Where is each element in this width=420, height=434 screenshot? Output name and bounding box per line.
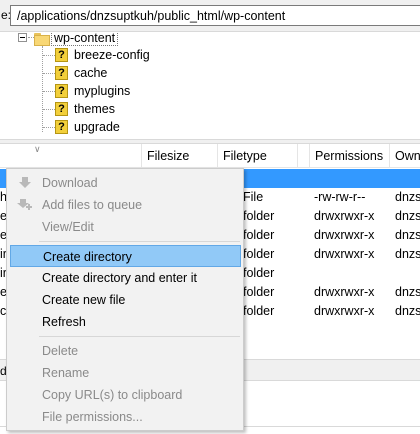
- remote-path-value: /applications/dnzsuptkuh/public_html/wp-…: [17, 9, 286, 23]
- menu-separator: [39, 336, 240, 337]
- tree-node-label: wp-content: [50, 33, 119, 46]
- menu-item-delete[interactable]: Delete: [10, 340, 241, 362]
- menu-item-add-to-queue[interactable]: Add files to queue: [10, 194, 241, 216]
- file-type: File: [243, 190, 264, 204]
- file-permissions: drwxrwxr-x: [314, 285, 375, 299]
- column-label: Permissions: [315, 149, 384, 163]
- tree-node-upgrade[interactable]: ? upgrade: [0, 119, 420, 137]
- tree-node-label: myplugins: [74, 84, 131, 98]
- menu-item-view-edit[interactable]: View/Edit: [10, 216, 241, 238]
- menu-item-label: File permissions...: [42, 410, 143, 424]
- menu-item-label: Rename: [42, 366, 90, 380]
- tree-node-label: themes: [74, 102, 115, 116]
- menu-item-create-directory[interactable]: Create directory: [10, 245, 241, 267]
- unknown-folder-icon: ?: [55, 48, 68, 62]
- file-permissions: drwxrwxr-x: [314, 304, 375, 318]
- column-filetype[interactable]: Filetype: [217, 144, 297, 168]
- file-type: folder: [243, 228, 275, 242]
- menu-item-label: Copy URL(s) to clipboard: [42, 388, 183, 402]
- file-permissions: drwxrwxr-x: [314, 209, 375, 223]
- tree-line: [43, 127, 55, 128]
- column-label: Filetype: [223, 149, 267, 163]
- file-type: folder: [243, 209, 275, 223]
- file-permissions: drwxrwxr-x: [314, 247, 375, 261]
- column-label: Own: [395, 149, 420, 163]
- remote-path-bar: e: /applications/dnzsuptkuh/public_html/…: [0, 0, 420, 32]
- unknown-folder-icon: ?: [55, 120, 68, 134]
- file-type: folder: [243, 266, 275, 280]
- menu-item-create-directory-enter[interactable]: Create directory and enter it: [10, 267, 241, 289]
- menu-item-label: Create directory and enter it: [42, 271, 197, 285]
- download-icon: [19, 177, 31, 188]
- menu-item-label: View/Edit: [42, 220, 94, 234]
- tree-line: [43, 109, 55, 110]
- menu-separator: [39, 241, 240, 242]
- unknown-folder-icon: ?: [55, 66, 68, 80]
- collapse-toggle-icon[interactable]: [18, 33, 27, 42]
- column-owner[interactable]: Own: [389, 144, 420, 168]
- tree-line: [43, 91, 55, 92]
- file-owner: dnzs: [395, 190, 420, 204]
- menu-item-label: Add files to queue: [42, 198, 143, 212]
- tree-line: [43, 55, 55, 56]
- tree-node-breeze-config[interactable]: ? breeze-config: [0, 47, 420, 65]
- file-type: folder: [243, 247, 275, 261]
- tree-line: [43, 73, 55, 74]
- tree-node-label: cache: [74, 66, 108, 80]
- menu-item-label: Refresh: [42, 315, 86, 329]
- file-owner: dnzs: [395, 209, 420, 223]
- tree-node-cache[interactable]: ? cache: [0, 65, 420, 83]
- file-permissions: drwxrwxr-x: [314, 228, 375, 242]
- file-owner: dnzs: [395, 285, 420, 299]
- column-label: Filesize: [147, 149, 190, 163]
- menu-item-refresh[interactable]: Refresh: [10, 311, 241, 333]
- folder-open-icon: [34, 33, 50, 46]
- unknown-folder-icon: ?: [55, 102, 68, 116]
- tree-node-label: breeze-config: [74, 48, 150, 62]
- menu-item-rename[interactable]: Rename: [10, 362, 241, 384]
- column-permissions[interactable]: Permissions: [309, 144, 389, 168]
- context-menu: Download Add files to queue View/Edit Cr…: [6, 168, 244, 431]
- file-type: folder: [243, 285, 275, 299]
- column-filesize[interactable]: Filesize: [141, 144, 217, 168]
- sort-chevron-icon: ∨: [34, 144, 41, 154]
- column-modified[interactable]: [297, 144, 309, 168]
- menu-item-label: Download: [42, 176, 98, 190]
- menu-item-label: Create new file: [42, 293, 126, 307]
- menu-item-download[interactable]: Download: [10, 172, 241, 194]
- tree-node-themes[interactable]: ? themes: [0, 101, 420, 119]
- add-to-queue-icon: [17, 199, 32, 210]
- file-list-header: ∨ Filesize Filetype Permissions Own: [0, 144, 420, 168]
- unknown-folder-icon: ?: [55, 84, 68, 98]
- remote-directory-tree: wp-content ? breeze-config ? cache ? myp…: [0, 33, 420, 139]
- file-owner: dnzs: [395, 247, 420, 261]
- menu-item-copy-urls[interactable]: Copy URL(s) to clipboard: [10, 384, 241, 406]
- remote-path-input[interactable]: /applications/dnzsuptkuh/public_html/wp-…: [10, 5, 420, 26]
- menu-item-label: Delete: [42, 344, 79, 358]
- tree-node-myplugins[interactable]: ? myplugins: [0, 83, 420, 101]
- file-type: folder: [243, 304, 275, 318]
- tree-node-label: upgrade: [74, 120, 120, 134]
- menu-item-label: Create directory: [43, 250, 132, 264]
- file-owner: dnzs: [395, 228, 420, 242]
- file-owner: dnzs: [395, 304, 420, 318]
- menu-item-file-permissions[interactable]: File permissions...: [10, 406, 241, 428]
- menu-item-create-new-file[interactable]: Create new file: [10, 289, 241, 311]
- file-permissions: -rw-rw-r--: [314, 190, 366, 204]
